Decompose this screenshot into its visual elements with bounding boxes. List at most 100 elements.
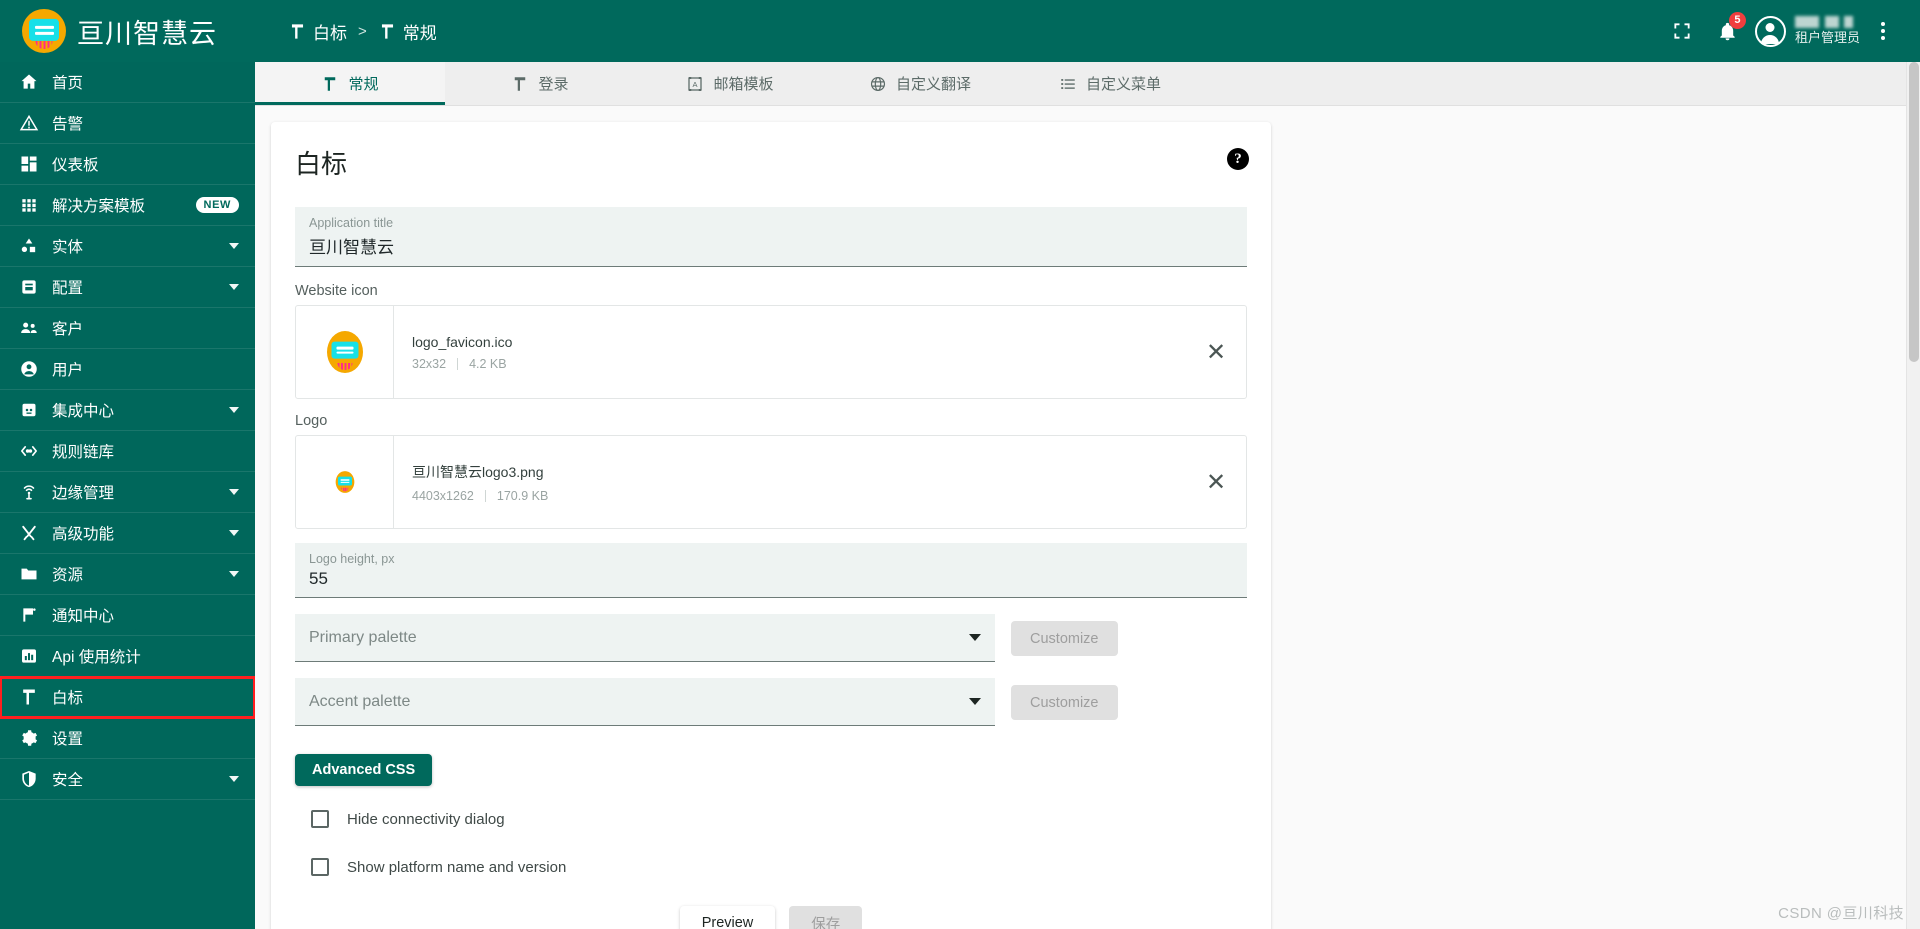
sidebar-item-label: 集成中心	[52, 403, 115, 420]
sidebar-item-2[interactable]: 仪表板	[0, 144, 255, 185]
close-icon: ✕	[1205, 338, 1227, 366]
sidebar-item-0[interactable]: 首页	[0, 62, 255, 103]
sidebar-item-5[interactable]: 配置	[0, 267, 255, 308]
sidebar-item-4[interactable]: 实体	[0, 226, 255, 267]
user-role: 租户管理员	[1794, 30, 1860, 46]
primary-palette-customize-button[interactable]: Customize	[1011, 621, 1118, 656]
sidebar-item-12[interactable]: 资源	[0, 554, 255, 595]
preview-button[interactable]: Preview	[679, 906, 776, 929]
sidebar-item-13[interactable]: 通知中心	[0, 595, 255, 636]
more-menu-button[interactable]	[1860, 8, 1906, 54]
show-platform-name-label: Show platform name and version	[347, 858, 567, 876]
help-icon[interactable]: ?	[1227, 148, 1249, 170]
sidebar-item-label: Api 使用统计	[52, 649, 141, 666]
chevron-down-icon[interactable]	[229, 489, 239, 495]
rulechain-icon	[18, 441, 39, 462]
logo-section-label: Logo	[295, 413, 328, 429]
website-icon-filename: logo_favicon.ico	[412, 333, 513, 350]
sidebar-item-3[interactable]: 解决方案模板 NEW	[0, 185, 255, 226]
sidebar-item-10[interactable]: 边缘管理	[0, 472, 255, 513]
user-menu[interactable]: 租户管理员	[1754, 15, 1860, 47]
tab-3[interactable]: 自定义翻译	[825, 62, 1015, 105]
tab-4[interactable]: 自定义菜单	[1015, 62, 1205, 105]
settings-icon	[18, 728, 39, 749]
application-title-field[interactable]: Application title 亘川智慧云	[295, 207, 1247, 267]
application-title-label: Application title	[309, 216, 394, 230]
breadcrumb-item-general[interactable]: 常规	[378, 19, 437, 44]
website-icon-details: 32x32 4.2 KB	[412, 357, 1186, 371]
tab-1[interactable]: 登录	[445, 62, 635, 105]
home-icon	[18, 72, 39, 93]
fullscreen-button[interactable]	[1659, 8, 1705, 54]
website-icon-meta: logo_favicon.ico 32x32 4.2 KB	[394, 306, 1186, 398]
chevron-down-icon[interactable]	[229, 530, 239, 536]
sidebar-item-8[interactable]: 集成中心	[0, 390, 255, 431]
sidebar-item-label: 高级功能	[52, 526, 115, 543]
chevron-down-icon[interactable]	[229, 776, 239, 782]
breadcrumb-item-whitelabel[interactable]: 白标	[288, 19, 347, 44]
accent-palette-customize-button[interactable]: Customize	[1011, 685, 1118, 720]
sidebar-item-14[interactable]: Api 使用统计	[0, 636, 255, 677]
show-platform-name-checkbox[interactable]	[311, 858, 329, 876]
logo-height-value[interactable]: 55	[309, 569, 1233, 589]
sidebar-item-9[interactable]: 规则链库	[0, 431, 255, 472]
sidebar-item-6[interactable]: 客户	[0, 308, 255, 349]
sidebar-item-16[interactable]: 设置	[0, 718, 255, 759]
notification-icon	[18, 605, 39, 626]
tab-strip: 常规 登录 A 邮箱模板 自定义翻译 自定义菜单	[255, 62, 1920, 106]
body-row: 首页告警仪表板 解决方案模板 NEW 实体 配置 客户 用户集成中心规则链库边缘管理高级功能…	[0, 62, 1920, 929]
whitelabel-icon	[18, 687, 39, 708]
website-icon-remove-button[interactable]: ✕	[1186, 306, 1246, 398]
customers-icon	[18, 318, 39, 339]
integration-icon	[18, 400, 39, 421]
favicon-preview-icon	[326, 331, 363, 373]
content-scroll-area: 白标 ? Application title 亘川智慧云 Website ico…	[255, 106, 1920, 929]
sidebar-item-15[interactable]: 白标	[0, 676, 255, 719]
logo-size: 170.9 KB	[496, 488, 549, 503]
hide-connectivity-dialog-checkbox[interactable]	[311, 810, 329, 828]
sidebar-item-11[interactable]: 高级功能	[0, 513, 255, 554]
app-root: 亘川智慧云 白标 > 常规 5 租户管理员 首页 告警 仪表板 解决方案模板 N…	[0, 0, 1920, 929]
sidebar-item-1[interactable]: 告警	[0, 103, 255, 144]
logo-filebox: 亘川智慧云logo3.png 4403x1262 170.9 KB ✕	[295, 435, 1247, 529]
logo-height-field[interactable]: Logo height, px 55	[295, 543, 1247, 598]
vertical-scrollbar[interactable]	[1906, 62, 1920, 929]
list-icon	[1059, 75, 1077, 93]
application-title-value[interactable]: 亘川智慧云	[309, 233, 1233, 258]
hide-connectivity-dialog-row[interactable]: Hide connectivity dialog	[311, 810, 1247, 828]
tab-0[interactable]: 常规	[255, 62, 445, 105]
website-icon-size: 4.2 KB	[469, 356, 507, 371]
notifications-button[interactable]: 5	[1705, 8, 1751, 54]
whitelabel-icon	[378, 22, 397, 41]
brand-block[interactable]: 亘川智慧云	[0, 0, 255, 62]
chevron-down-icon[interactable]	[229, 571, 239, 577]
sidebar-item-label: 设置	[52, 731, 84, 748]
notifications-badge: 5	[1728, 12, 1746, 29]
sidebar: 首页告警仪表板 解决方案模板 NEW 实体 配置 客户 用户集成中心规则链库边缘管理高级功能…	[0, 62, 255, 929]
primary-palette-select[interactable]: Primary palette	[295, 614, 995, 662]
website-icon-dimensions: 32x32	[412, 356, 447, 371]
show-platform-name-row[interactable]: Show platform name and version	[311, 858, 1247, 876]
accent-palette-select[interactable]: Accent palette	[295, 678, 995, 726]
website-icon-filebox: logo_favicon.ico 32x32 4.2 KB ✕	[295, 305, 1247, 399]
sidebar-item-label: 规则链库	[52, 444, 115, 461]
logo-remove-button[interactable]: ✕	[1186, 436, 1246, 528]
sidebar-item-label: 告警	[52, 116, 84, 133]
sidebar-item-label: 边缘管理	[52, 485, 115, 502]
website-icon-section-label: Website icon	[295, 283, 378, 299]
advanced-css-button[interactable]: Advanced CSS	[295, 754, 433, 786]
avatar-icon	[1754, 15, 1786, 47]
sidebar-item-17[interactable]: 安全	[0, 759, 255, 800]
chevron-down-icon[interactable]	[229, 284, 239, 290]
chevron-down-icon[interactable]	[229, 407, 239, 413]
globe-icon	[869, 75, 887, 93]
logo-height-label: Logo height, px	[309, 552, 395, 566]
scrollbar-thumb[interactable]	[1909, 62, 1919, 362]
tab-2[interactable]: A 邮箱模板	[635, 62, 825, 105]
chevron-down-icon[interactable]	[229, 243, 239, 249]
login-icon	[511, 75, 529, 93]
whitelabel-icon	[321, 75, 339, 93]
save-button[interactable]: 保存	[789, 906, 863, 929]
sidebar-item-7[interactable]: 用户	[0, 349, 255, 390]
logo-meta: 亘川智慧云logo3.png 4403x1262 170.9 KB	[394, 436, 1186, 528]
